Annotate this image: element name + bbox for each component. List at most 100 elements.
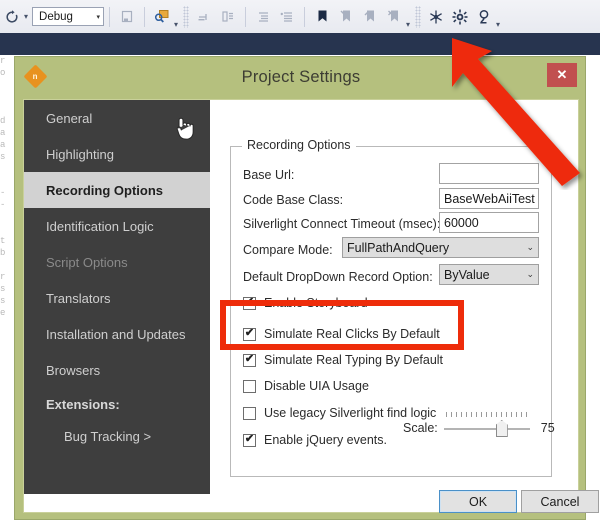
background-editor-text: r o d a a s - - t b r s s e xyxy=(0,55,14,526)
close-button[interactable]: ✕ xyxy=(547,63,577,87)
clear-bookmarks-icon[interactable] xyxy=(383,6,405,28)
tools-dropdown-caret[interactable]: ▾ xyxy=(496,21,500,29)
step-into-icon[interactable] xyxy=(193,6,215,28)
checkbox-label: Simulate Real Clicks By Default xyxy=(264,327,440,341)
refresh-dropdown-caret[interactable]: ▾ xyxy=(24,12,28,21)
ok-button[interactable]: OK xyxy=(439,490,517,513)
checkbox-label: Disable UIA Usage xyxy=(264,379,369,393)
sidebar-item-script-options: Script Options xyxy=(24,244,210,280)
checkbox-label: Enable jQuery events. xyxy=(264,433,387,447)
magnifier-icon[interactable] xyxy=(473,6,495,28)
sidebar-item-general[interactable]: General xyxy=(24,100,210,136)
base-url-label: Base Url: xyxy=(243,168,295,182)
checkbox-label: Use legacy Silverlight find logic xyxy=(264,406,437,420)
sidebar-item-label: Browsers xyxy=(46,362,101,378)
sidebar-item-bug-tracking[interactable]: Bug Tracking > xyxy=(24,420,210,452)
checkbox-box[interactable]: ✔ xyxy=(243,406,256,420)
chevron-down-icon: ⌄ xyxy=(526,269,534,279)
slider-track xyxy=(443,428,530,430)
checkbox-disable-uia-usage[interactable]: ✔ Disable UIA Usage xyxy=(243,374,369,398)
checkbox-box[interactable]: ✔ xyxy=(243,433,256,447)
compare-mode-dropdown[interactable]: FullPathAndQuery ⌄ xyxy=(342,237,539,258)
sidebar-item-highlighting[interactable]: Highlighting xyxy=(24,136,210,172)
dialog-body: General Highlighting Recording Options I… xyxy=(23,99,599,513)
toolbar-grip[interactable] xyxy=(415,5,422,28)
check-icon: ✔ xyxy=(244,353,255,365)
checkbox-box[interactable]: ✔ xyxy=(243,296,256,310)
sidebar-item-installation-and-updates[interactable]: Installation and Updates xyxy=(24,316,210,352)
code-base-class-label: Code Base Class: xyxy=(243,193,344,207)
project-settings-dialog: n Project Settings ✕ General Highlightin… xyxy=(14,56,599,520)
atom-icon[interactable] xyxy=(425,6,447,28)
silverlight-timeout-label: Silverlight Connect Timeout (msec): xyxy=(243,217,441,231)
group-legend: Recording Options xyxy=(242,138,356,152)
recording-options-group: Recording Options Base Url: Code Base Cl… xyxy=(230,138,555,477)
cancel-button[interactable]: Cancel xyxy=(521,490,599,513)
checkbox-enable-jquery-events[interactable]: ✔ Enable jQuery events. xyxy=(243,428,387,452)
vs-toolbar: ▾ Debug ▾ ▾ ▾ ▾ xyxy=(0,0,600,34)
settings-sidebar: General Highlighting Recording Options I… xyxy=(24,100,210,494)
toolbar-separator xyxy=(144,6,146,27)
comment-icon[interactable] xyxy=(276,6,298,28)
checkbox-box[interactable]: ✔ xyxy=(243,379,256,393)
sidebar-item-label: Recording Options xyxy=(46,182,163,198)
toolbar-grip[interactable] xyxy=(183,5,190,28)
check-icon: ✔ xyxy=(244,433,255,445)
vs-ide-band xyxy=(0,33,600,55)
chevron-down-icon: ▾ xyxy=(96,13,101,21)
check-icon: ✔ xyxy=(244,296,255,308)
dropdown-record-option-label: Default DropDown Record Option: xyxy=(243,270,433,284)
dropdown-record-option-dropdown[interactable]: ByValue ⌄ xyxy=(439,264,539,285)
sidebar-item-label: General xyxy=(46,110,93,126)
sidebar-item-label: Translators xyxy=(46,290,111,306)
slider-thumb[interactable] xyxy=(495,420,508,437)
silverlight-timeout-input[interactable]: 60000 xyxy=(439,212,539,233)
checkbox-label: Enable Storyboard xyxy=(264,296,368,310)
toolbar-separator xyxy=(304,6,306,27)
code-base-class-input[interactable]: BaseWebAiiTest xyxy=(439,188,539,209)
checkbox-simulate-real-clicks[interactable]: ✔ Simulate Real Clicks By Default xyxy=(243,322,440,346)
sidebar-item-recording-options[interactable]: Recording Options xyxy=(24,117,210,208)
slider-ticks xyxy=(445,412,528,417)
bookmarks-dropdown-caret[interactable]: ▾ xyxy=(406,21,410,29)
find-icon[interactable] xyxy=(151,6,173,28)
indent-icon[interactable] xyxy=(252,6,274,28)
configuration-value: Debug xyxy=(39,10,73,23)
sidebar-item-label: Identification Logic xyxy=(46,218,154,234)
new-window-icon[interactable] xyxy=(116,6,138,28)
bookmark-icon[interactable] xyxy=(311,6,333,28)
next-bookmark-icon[interactable] xyxy=(359,6,381,28)
base-url-input[interactable] xyxy=(439,163,539,184)
sidebar-item-label: Installation and Updates xyxy=(46,326,186,342)
scale-value: 75 xyxy=(540,421,555,435)
sidebar-item-identification-logic[interactable]: Identification Logic xyxy=(24,208,210,244)
chevron-down-icon: ⌄ xyxy=(526,242,534,252)
dialog-title: Project Settings xyxy=(241,67,361,86)
step-over-icon[interactable] xyxy=(217,6,239,28)
sidebar-item-label: Bug Tracking > xyxy=(64,428,152,444)
gear-icon[interactable] xyxy=(449,6,471,28)
checkbox-enable-storyboard[interactable]: ✔ Enable Storyboard xyxy=(243,291,368,315)
sidebar-item-label: Script Options xyxy=(46,254,128,270)
sidebar-section-extensions: Extensions: xyxy=(24,388,210,420)
toolbar-separator xyxy=(109,6,111,27)
find-dropdown-caret[interactable]: ▾ xyxy=(174,21,178,29)
checkbox-simulate-real-typing[interactable]: ✔ Simulate Real Typing By Default xyxy=(243,348,443,372)
configuration-dropdown[interactable]: Debug ▾ xyxy=(32,7,105,26)
sidebar-item-label: Highlighting xyxy=(46,146,114,162)
scale-slider[interactable] xyxy=(443,412,530,437)
settings-pane: Recording Options Base Url: Code Base Cl… xyxy=(210,100,599,513)
checkbox-label: Simulate Real Typing By Default xyxy=(264,353,444,367)
sidebar-item-translators[interactable]: Translators xyxy=(24,280,210,316)
toolbar-separator xyxy=(245,6,247,27)
sidebar-item-browsers[interactable]: Browsers xyxy=(24,352,210,388)
previous-bookmark-icon[interactable] xyxy=(335,6,357,28)
checkbox-box[interactable]: ✔ xyxy=(243,353,256,367)
checkbox-box[interactable]: ✔ xyxy=(243,327,256,341)
compare-mode-value: FullPathAndQuery xyxy=(347,240,450,255)
checkbox-use-legacy-silverlight-find-logic[interactable]: ✔ Use legacy Silverlight find logic xyxy=(243,401,436,425)
sidebar-section-label: Extensions: xyxy=(46,396,120,412)
check-icon: ✔ xyxy=(244,327,255,339)
dialog-title-bar: n Project Settings ✕ xyxy=(15,57,585,97)
refresh-icon[interactable] xyxy=(1,6,23,28)
